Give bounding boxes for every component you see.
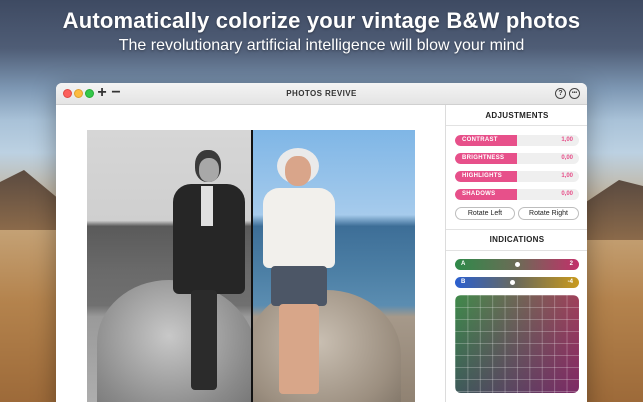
contrast-slider[interactable]: CONTRAST 1,00 (455, 135, 579, 146)
slider-label: HIGHLIGHTS (462, 173, 502, 179)
slider-value: 2 (569, 261, 573, 267)
person-bw (169, 150, 247, 390)
app-window: + − PHOTOS REVIVE ? ••• ADJUSTMENTS CONT… (56, 83, 587, 402)
slider-value: -4 (567, 279, 573, 285)
slider-value: 1,00 (561, 137, 573, 143)
slider-label: CONTRAST (462, 137, 498, 143)
help-button[interactable]: ? (555, 88, 566, 99)
person-colorized (257, 148, 347, 398)
slider-label: B (461, 279, 466, 285)
slider-label: BRIGHTNESS (462, 155, 505, 161)
mountain-right (583, 180, 643, 240)
divider (446, 250, 587, 251)
slider-value: 0,00 (561, 191, 573, 197)
brightness-slider[interactable]: BRIGHTNESS 0,00 (455, 153, 579, 164)
slider-value: 1,00 (561, 173, 573, 179)
b-channel-slider[interactable]: B -4 (455, 277, 579, 288)
comparison-photo[interactable] (87, 130, 415, 402)
a-channel-slider[interactable]: A 2 (455, 259, 579, 270)
window-title: PHOTOS REVIVE (286, 89, 357, 98)
mountain-left (0, 170, 60, 230)
adjustments-heading: ADJUSTMENTS (485, 111, 549, 120)
more-button[interactable]: ••• (569, 88, 580, 99)
rotate-right-button[interactable]: Rotate Right (518, 207, 579, 220)
divider (446, 229, 587, 230)
banner-subline: The revolutionary artificial intelligenc… (118, 37, 525, 54)
banner-headline: Automatically colorize your vintage B&W … (62, 8, 581, 33)
compare-divider-handle[interactable] (251, 130, 253, 402)
title-bar: + − PHOTOS REVIVE ? ••• (56, 83, 587, 105)
slider-label: SHADOWS (462, 191, 496, 197)
side-panel: ADJUSTMENTS CONTRAST 1,00 BRIGHTNESS 0,0… (445, 105, 587, 402)
rotate-left-button[interactable]: Rotate Left (455, 207, 515, 220)
photo-canvas (56, 105, 445, 402)
slider-value: 0,00 (561, 155, 573, 161)
color-grid-picker[interactable] (455, 295, 579, 393)
slider-knob[interactable] (515, 262, 520, 267)
divider (446, 125, 587, 126)
slider-knob[interactable] (510, 280, 515, 285)
highlights-slider[interactable]: HIGHLIGHTS 1,00 (455, 171, 579, 182)
shadows-slider[interactable]: SHADOWS 0,00 (455, 189, 579, 200)
slider-label: A (461, 261, 466, 267)
indications-heading: INDICATIONS (489, 235, 545, 244)
